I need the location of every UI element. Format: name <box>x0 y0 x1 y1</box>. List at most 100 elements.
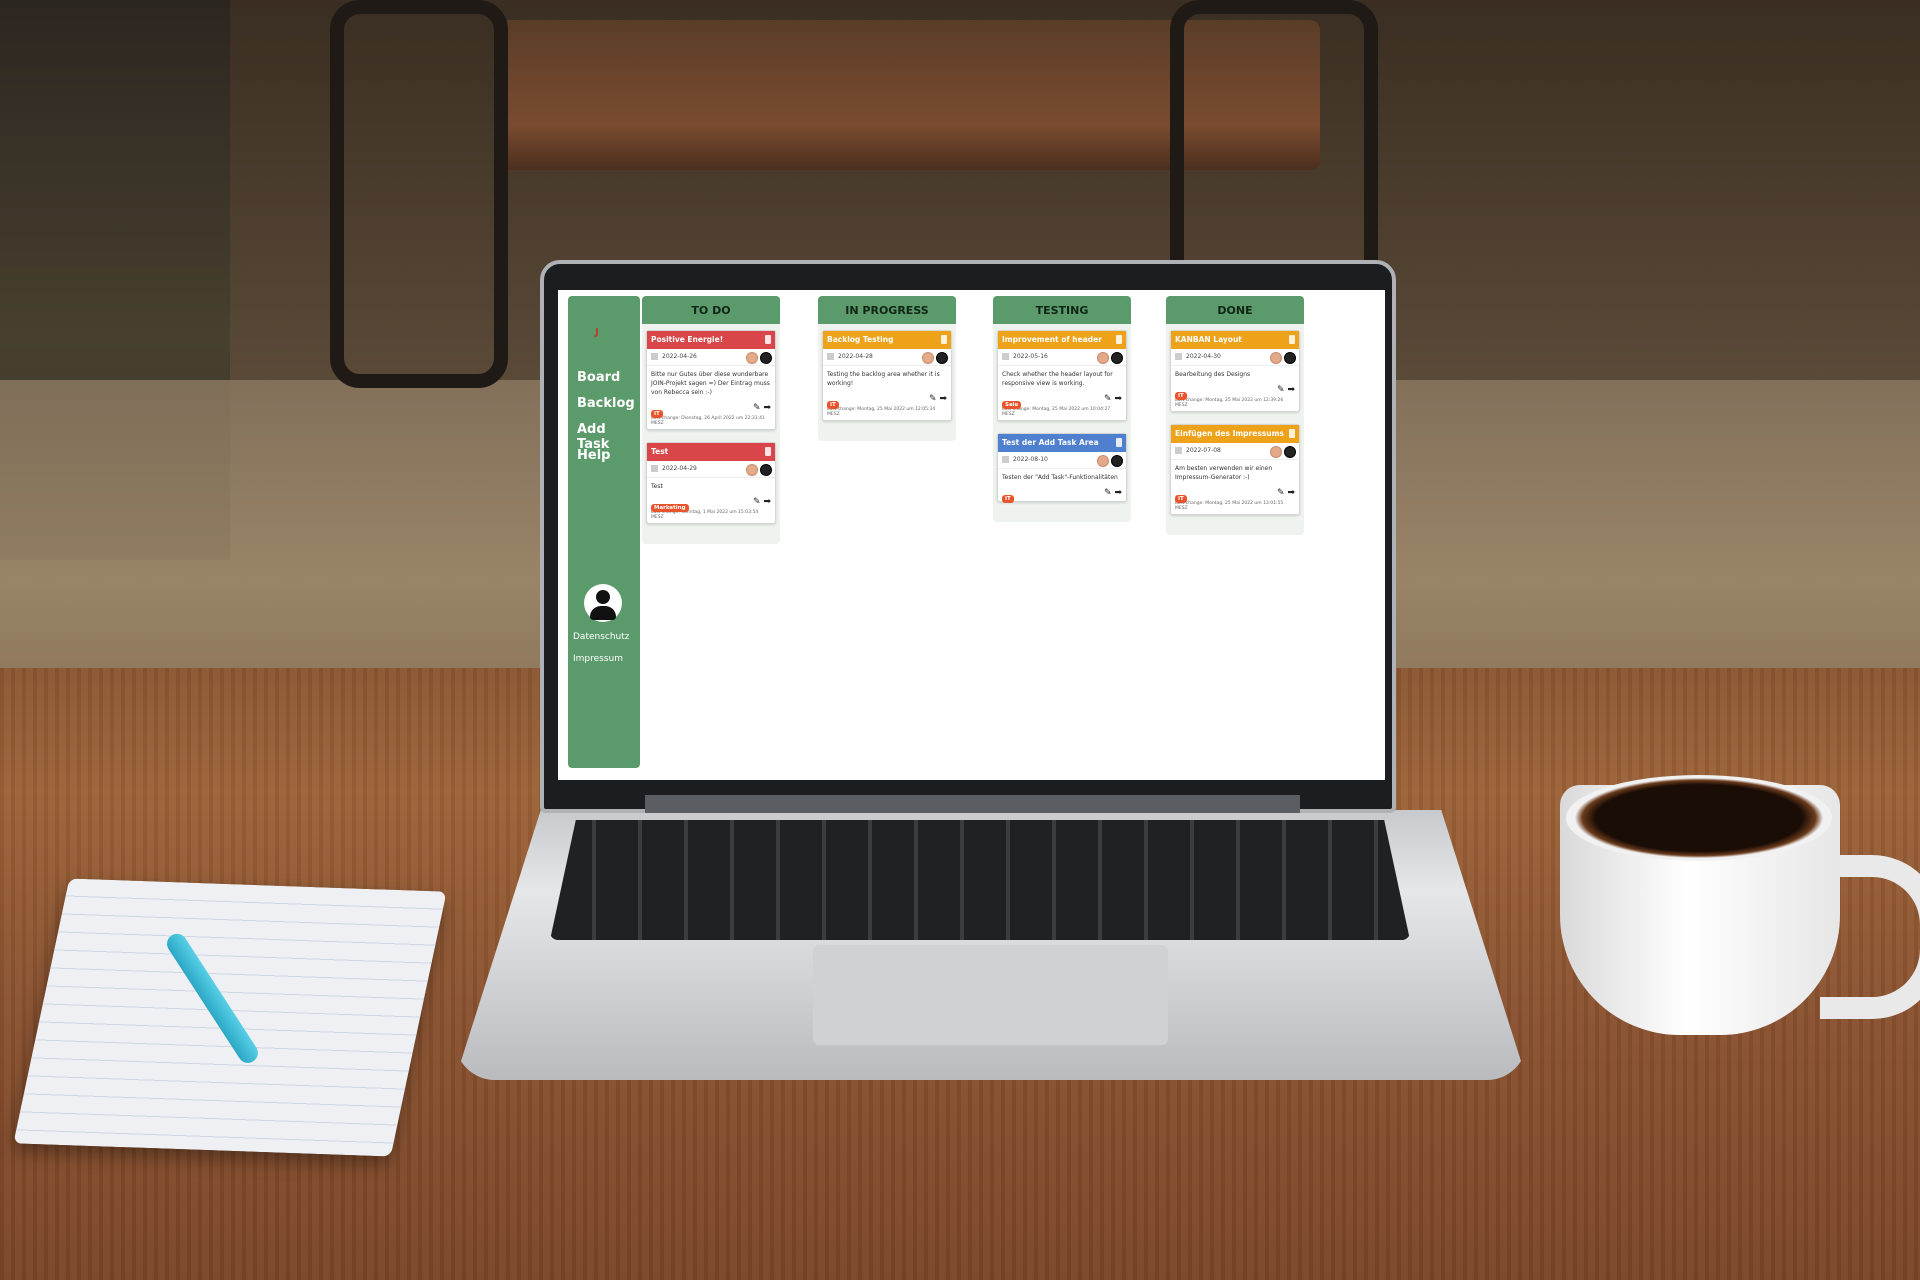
column-body: Positive Energie! 2022-04-26 Bitte nur Gut… <box>642 324 780 544</box>
background-chair-left <box>330 0 508 388</box>
trash-icon[interactable] <box>941 335 947 344</box>
card-footer: Sale ✎ ➡ <box>998 391 1126 409</box>
avatar-icon <box>760 464 772 476</box>
arrow-right-icon[interactable]: ➡ <box>939 394 947 404</box>
trash-icon[interactable] <box>1289 335 1295 344</box>
nav-backlog[interactable]: Backlog <box>577 396 635 411</box>
card-title: Positive Energie! <box>647 331 775 349</box>
trash-icon[interactable] <box>765 447 771 456</box>
card-footer: IT ✎ ➡ <box>823 391 951 409</box>
calendar-icon <box>1002 353 1009 360</box>
arrow-right-icon[interactable]: ➡ <box>1114 488 1122 498</box>
assignees <box>744 352 772 371</box>
calendar-icon <box>827 353 834 360</box>
arrow-right-icon[interactable]: ➡ <box>763 403 771 413</box>
task-card[interactable]: Einfügen des Impressums 2022-07-08 Am best… <box>1170 424 1300 515</box>
avatar-icon <box>746 464 758 476</box>
card-meta: 2022-04-26 <box>647 349 775 366</box>
avatar-icon <box>1270 446 1282 458</box>
card-title: Test der Add Task Area <box>998 434 1126 452</box>
calendar-icon <box>1002 456 1009 463</box>
card-date: 2022-04-30 <box>1186 353 1221 360</box>
user-avatar[interactable] <box>584 584 622 622</box>
task-card[interactable]: Test 2022-04-29 Test Marketing ✎ ➡ Last chang… <box>646 442 776 524</box>
card-title-text: Einfügen des Impressums <box>1175 429 1284 438</box>
card-title: Backlog Testing <box>823 331 951 349</box>
avatar-icon <box>1097 352 1109 364</box>
category-badge: IT <box>827 401 839 409</box>
trash-icon[interactable] <box>1116 335 1122 344</box>
edit-icon[interactable]: ✎ <box>929 394 937 404</box>
edit-icon[interactable]: ✎ <box>753 403 761 413</box>
avatar-icon <box>1270 352 1282 364</box>
last-change: Last change: Montag, 25 Mai 2022 um 12:0… <box>827 407 936 417</box>
task-card[interactable]: Positive Energie! 2022-04-26 Bitte nur Gut… <box>646 330 776 430</box>
nav-help[interactable]: Help <box>577 448 610 463</box>
category-badge: IT <box>651 410 663 418</box>
task-card[interactable]: Test der Add Task Area 2022-08-10 Testen d… <box>997 433 1127 503</box>
nav-board[interactable]: Board <box>577 370 620 385</box>
laptop-screen: J Board Backlog Add Task Help Datenschut… <box>558 290 1385 780</box>
footer-impressum-link[interactable]: Impressum <box>573 654 623 664</box>
edit-icon[interactable]: ✎ <box>1104 488 1112 498</box>
laptop-touchpad <box>813 945 1168 1045</box>
task-card[interactable]: KANBAN Layout 2022-04-30 Bearbeitung des D… <box>1170 330 1300 412</box>
assignees <box>1268 446 1296 465</box>
app-logo[interactable]: J <box>595 316 599 340</box>
card-footer: IT ✎ ➡ <box>647 400 775 418</box>
footer-datenschutz-link[interactable]: Datenschutz <box>573 632 630 642</box>
card-date: 2022-04-26 <box>662 353 697 360</box>
arrow-right-icon[interactable]: ➡ <box>1287 488 1295 498</box>
card-actions: ✎ ➡ <box>753 403 771 413</box>
avatar-icon <box>1284 446 1296 458</box>
column-to-do: TO DO Positive Energie! 2022-04-26 Bitte nu… <box>642 296 780 544</box>
card-actions: ✎ ➡ <box>1104 394 1122 404</box>
laptop-hinge <box>645 795 1300 813</box>
calendar-icon <box>1175 353 1182 360</box>
card-title-text: Positive Energie! <box>651 335 724 344</box>
card-actions: ✎ ➡ <box>1277 488 1295 498</box>
category-badge: IT <box>1175 392 1187 400</box>
arrow-right-icon[interactable]: ➡ <box>1287 385 1295 395</box>
assignees <box>744 464 772 483</box>
edit-icon[interactable]: ✎ <box>1277 488 1285 498</box>
avatar-icon <box>922 352 934 364</box>
card-description: Bitte nur Gutes über diese wunderbare JO… <box>651 371 770 396</box>
avatar-icon <box>746 352 758 364</box>
arrow-right-icon[interactable]: ➡ <box>763 497 771 507</box>
laptop-keyboard <box>550 820 1410 940</box>
column-in-progress: IN PROGRESS Backlog Testing 2022-04-28 Test… <box>818 296 956 441</box>
card-title-text: KANBAN Layout <box>1175 335 1242 344</box>
category-badge: IT <box>1175 495 1187 503</box>
avatar-icon <box>936 352 948 364</box>
avatar-icon <box>1111 352 1123 364</box>
card-date: 2022-04-29 <box>662 465 697 472</box>
column-title: DONE <box>1166 296 1304 324</box>
card-meta: 2022-04-28 <box>823 349 951 366</box>
last-change: Last change: Montag, 25 Mai 2022 um 13:0… <box>1175 501 1284 511</box>
edit-icon[interactable]: ✎ <box>1277 385 1285 395</box>
assignees <box>920 352 948 371</box>
card-date: 2022-04-28 <box>838 353 873 360</box>
card-meta: 2022-04-29 <box>647 461 775 478</box>
trash-icon[interactable] <box>1289 429 1295 438</box>
task-card[interactable]: Improvement of header layout 2022-05-16 Ch… <box>997 330 1127 421</box>
category-badge: Sale <box>1002 401 1022 409</box>
edit-icon[interactable]: ✎ <box>753 497 761 507</box>
card-title-text: Test der Add Task Area <box>1002 438 1099 447</box>
arrow-right-icon[interactable]: ➡ <box>1114 394 1122 404</box>
card-footer: IT ✎ ➡ <box>1171 485 1299 503</box>
last-change: Last change: Dienstag, 26 April 2022 um … <box>651 416 765 426</box>
calendar-icon <box>1175 447 1182 454</box>
card-date: 2022-08-10 <box>1013 456 1048 463</box>
avatar-icon <box>760 352 772 364</box>
task-card[interactable]: Backlog Testing 2022-04-28 Testing the bac… <box>822 330 952 421</box>
card-actions: ✎ ➡ <box>1277 385 1295 395</box>
card-actions: ✎ ➡ <box>929 394 947 404</box>
card-title-text: Test <box>651 447 669 456</box>
trash-icon[interactable] <box>1116 438 1122 447</box>
trash-icon[interactable] <box>765 335 771 344</box>
card-footer: IT ✎ ➡ <box>998 485 1126 503</box>
edit-icon[interactable]: ✎ <box>1104 394 1112 404</box>
avatar-icon <box>1284 352 1296 364</box>
